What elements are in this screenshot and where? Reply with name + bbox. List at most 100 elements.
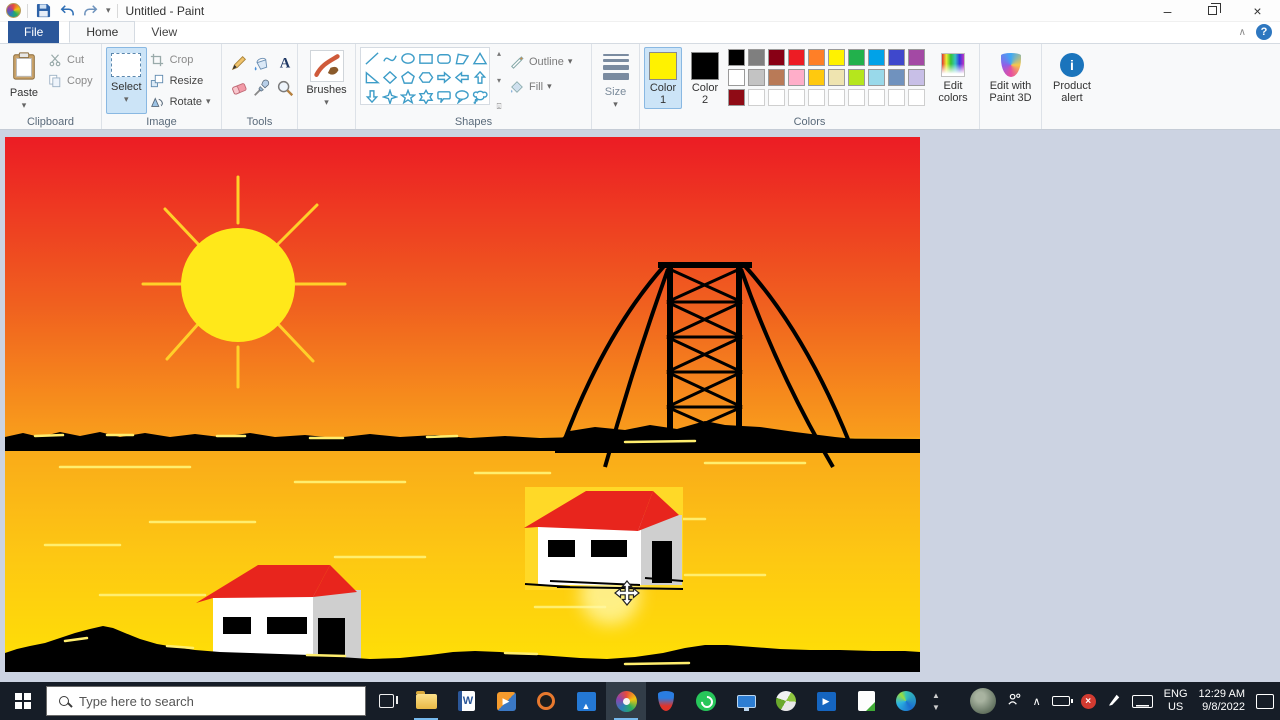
customize-qat-dropdown-icon[interactable]: ▾ xyxy=(106,5,111,16)
palette-swatch-7f7f7f[interactable] xyxy=(748,49,765,66)
shapes-scroll-up-icon[interactable]: ▴ xyxy=(493,49,505,58)
fill-button[interactable]: Fill ▾ xyxy=(508,78,572,95)
restore-button[interactable] xyxy=(1190,0,1235,22)
fill-with-color-tool-icon[interactable] xyxy=(251,51,273,75)
help-icon[interactable]: ? xyxy=(1256,24,1272,40)
palette-swatch-b5e61d[interactable] xyxy=(848,69,865,86)
pen-icon[interactable] xyxy=(1107,693,1121,710)
taskbar-app-word[interactable]: W xyxy=(446,682,486,720)
shapes-more-icon[interactable]: ⍗ xyxy=(493,102,505,112)
touch-keyboard-icon[interactable] xyxy=(1132,695,1153,708)
color-picker-tool-icon[interactable] xyxy=(251,76,273,100)
shape-diamond-icon[interactable] xyxy=(381,68,399,87)
color2-button[interactable]: Color 2 xyxy=(686,47,724,109)
shape-left-arrow-icon[interactable] xyxy=(453,68,471,87)
rotate-button[interactable]: Rotate ▾ xyxy=(149,93,211,110)
palette-swatch-empty[interactable] xyxy=(848,89,865,106)
minimize-button[interactable]: – xyxy=(1145,0,1190,22)
tab-file[interactable]: File xyxy=(8,21,59,43)
tray-expand-icon[interactable]: ∧ xyxy=(1033,695,1041,708)
tab-home[interactable]: Home xyxy=(69,21,135,43)
scroll-down-icon[interactable]: ▼ xyxy=(932,703,940,712)
palette-swatch-3f48cc[interactable] xyxy=(888,49,905,66)
taskbar-app-file-explorer[interactable] xyxy=(406,682,446,720)
palette-swatch-ffc90e[interactable] xyxy=(808,69,825,86)
shape-four-point-star-icon[interactable] xyxy=(381,87,399,106)
taskbar-app-edge[interactable] xyxy=(886,682,926,720)
eraser-tool-icon[interactable] xyxy=(228,76,250,100)
shape-oval-icon[interactable] xyxy=(399,49,417,68)
select-button[interactable]: Select ▾ xyxy=(106,47,147,114)
palette-swatch-ffaec9[interactable] xyxy=(788,69,805,86)
palette-swatch-880015[interactable] xyxy=(768,49,785,66)
palette-swatch-b97a57[interactable] xyxy=(768,69,785,86)
shape-line-icon[interactable] xyxy=(363,49,381,68)
palette-swatch-empty[interactable] xyxy=(768,89,785,106)
palette-swatch-a349a4[interactable] xyxy=(908,49,925,66)
shape-right-triangle-icon[interactable] xyxy=(363,68,381,87)
user-avatar[interactable] xyxy=(970,688,996,714)
collapse-ribbon-icon[interactable]: ∧ xyxy=(1239,27,1246,38)
resize-button[interactable]: Resize xyxy=(149,72,211,89)
tab-view[interactable]: View xyxy=(135,21,193,43)
shape-polygon-icon[interactable] xyxy=(453,49,471,68)
palette-swatch-c8bfe7[interactable] xyxy=(908,69,925,86)
cut-button[interactable]: Cut xyxy=(46,51,93,68)
drawing-canvas[interactable] xyxy=(5,137,920,672)
palette-swatch-7092be[interactable] xyxy=(888,69,905,86)
outline-button[interactable]: Outline ▾ xyxy=(508,53,572,70)
brushes-button[interactable]: Brushes ▾ xyxy=(301,47,351,114)
save-icon[interactable] xyxy=(34,2,52,20)
paste-button[interactable]: Paste ▾ xyxy=(4,47,44,114)
taskbar-app-media-player[interactable]: ▶ xyxy=(486,682,526,720)
crop-button[interactable]: Crop xyxy=(149,51,211,68)
palette-swatch-empty[interactable] xyxy=(828,89,845,106)
palette-swatch-fff200[interactable] xyxy=(828,49,845,66)
palette-swatch-22b14c[interactable] xyxy=(848,49,865,66)
taskbar-app-remote-desktop[interactable] xyxy=(726,682,766,720)
taskbar-app-paint[interactable] xyxy=(606,682,646,720)
taskbar-app-photos[interactable]: ▲ xyxy=(566,682,606,720)
pencil-tool-icon[interactable] xyxy=(228,51,250,75)
text-tool-icon[interactable]: A xyxy=(274,51,296,75)
shape-six-point-star-icon[interactable] xyxy=(417,87,435,106)
palette-swatch-empty[interactable] xyxy=(908,89,925,106)
product-alert-button[interactable]: i Product alert xyxy=(1046,47,1098,114)
palette-swatch-00a2e8[interactable] xyxy=(868,49,885,66)
people-icon[interactable] xyxy=(1007,692,1022,710)
copy-button[interactable]: Copy xyxy=(46,72,93,89)
shape-rectangle-icon[interactable] xyxy=(417,49,435,68)
palette-swatch-99d9ea[interactable] xyxy=(868,69,885,86)
clock[interactable]: 12:29 AM 9/8/2022 xyxy=(1199,688,1245,714)
palette-swatch-empty[interactable] xyxy=(808,89,825,106)
taskbar-app-movies-tv[interactable]: ▶ xyxy=(806,682,846,720)
taskbar-app-music-player[interactable] xyxy=(526,682,566,720)
palette-swatch-000000[interactable] xyxy=(728,49,745,66)
shape-hexagon-icon[interactable] xyxy=(417,68,435,87)
magnifier-tool-icon[interactable] xyxy=(274,76,296,100)
disconnected-icon[interactable]: × xyxy=(1081,694,1096,709)
taskbar-app-task-view[interactable] xyxy=(366,682,406,720)
palette-swatch-empty[interactable] xyxy=(888,89,905,106)
palette-swatch-c3c3c3[interactable] xyxy=(748,69,765,86)
palette-swatch-ff7f27[interactable] xyxy=(808,49,825,66)
shape-oval-callout-icon[interactable] xyxy=(453,87,471,106)
shapes-scroll-down-icon[interactable]: ▾ xyxy=(493,76,505,85)
palette-swatch-empty[interactable] xyxy=(748,89,765,106)
color1-button[interactable]: Color 1 xyxy=(644,47,682,109)
battery-icon[interactable] xyxy=(1052,696,1070,706)
paint-app-icon[interactable] xyxy=(6,3,21,18)
shape-curve-icon[interactable] xyxy=(381,49,399,68)
shape-pentagon-icon[interactable] xyxy=(399,68,417,87)
shape-triangle-icon[interactable] xyxy=(471,49,489,68)
edit-colors-button[interactable]: Edit colors xyxy=(931,47,975,107)
shape-five-point-star-icon[interactable] xyxy=(399,87,417,106)
palette-swatch-ffffff[interactable] xyxy=(728,69,745,86)
search-box[interactable]: Type here to search xyxy=(46,686,366,716)
undo-icon[interactable] xyxy=(58,2,76,20)
redo-icon[interactable] xyxy=(82,2,100,20)
shape-rounded-rectangle-icon[interactable] xyxy=(435,49,453,68)
scroll-up-icon[interactable]: ▲ xyxy=(932,691,940,700)
palette-swatch-8f0b15[interactable] xyxy=(728,89,745,106)
shape-right-arrow-icon[interactable] xyxy=(435,68,453,87)
